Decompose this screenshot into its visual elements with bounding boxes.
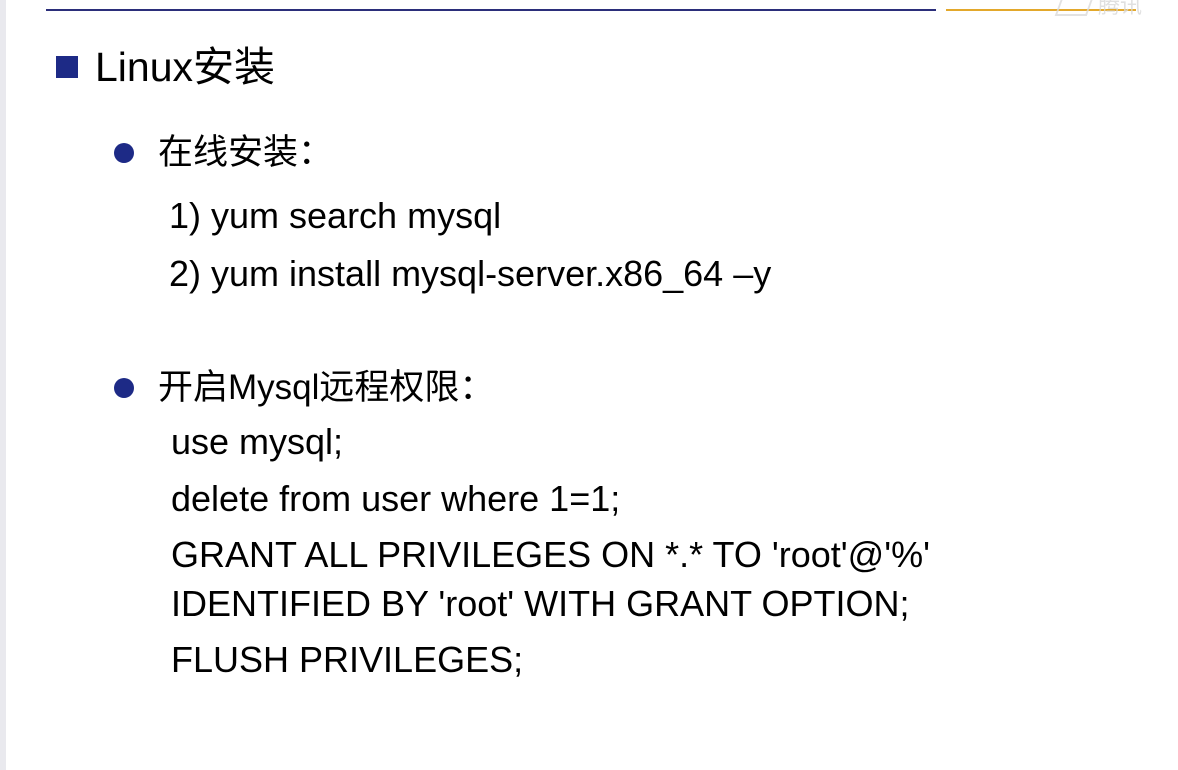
slide-title: Linux安装: [56, 40, 275, 94]
header-rule-dark: [46, 9, 936, 11]
watermark-shape-icon: [1054, 0, 1094, 16]
circle-bullet-icon: [114, 143, 134, 163]
slide-left-edge: [0, 0, 6, 770]
sql-line-5: FLUSH PRIVILEGES;: [171, 639, 524, 680]
bullet-online-install-label: 在线安装：: [158, 133, 334, 172]
circle-bullet-icon: [114, 378, 134, 398]
bullet-remote-access: 开启Mysql远程权限：: [114, 365, 494, 411]
bullet-remote-access-label: 开启Mysql远程权限：: [158, 368, 495, 407]
sql-line-2: delete from user where 1=1;: [171, 478, 621, 519]
square-bullet-icon: [56, 56, 78, 78]
sql-line-3: GRANT ALL PRIVILEGES ON *.* TO 'root'@'%…: [171, 534, 930, 575]
bullet-online-install: 在线安装：: [114, 130, 333, 176]
slide-title-text: Linux安装: [95, 44, 276, 90]
watermark-text: 腾讯: [1098, 0, 1143, 19]
watermark-logo: 腾讯: [1054, 0, 1178, 20]
online-step-1: 1) yum search mysql: [169, 195, 502, 236]
sql-line-1: use mysql;: [171, 421, 344, 462]
sql-line-4: IDENTIFIED BY 'root' WITH GRANT OPTION;: [171, 583, 910, 624]
online-step-2: 2) yum install mysql-server.x86_64 –y: [169, 253, 772, 294]
